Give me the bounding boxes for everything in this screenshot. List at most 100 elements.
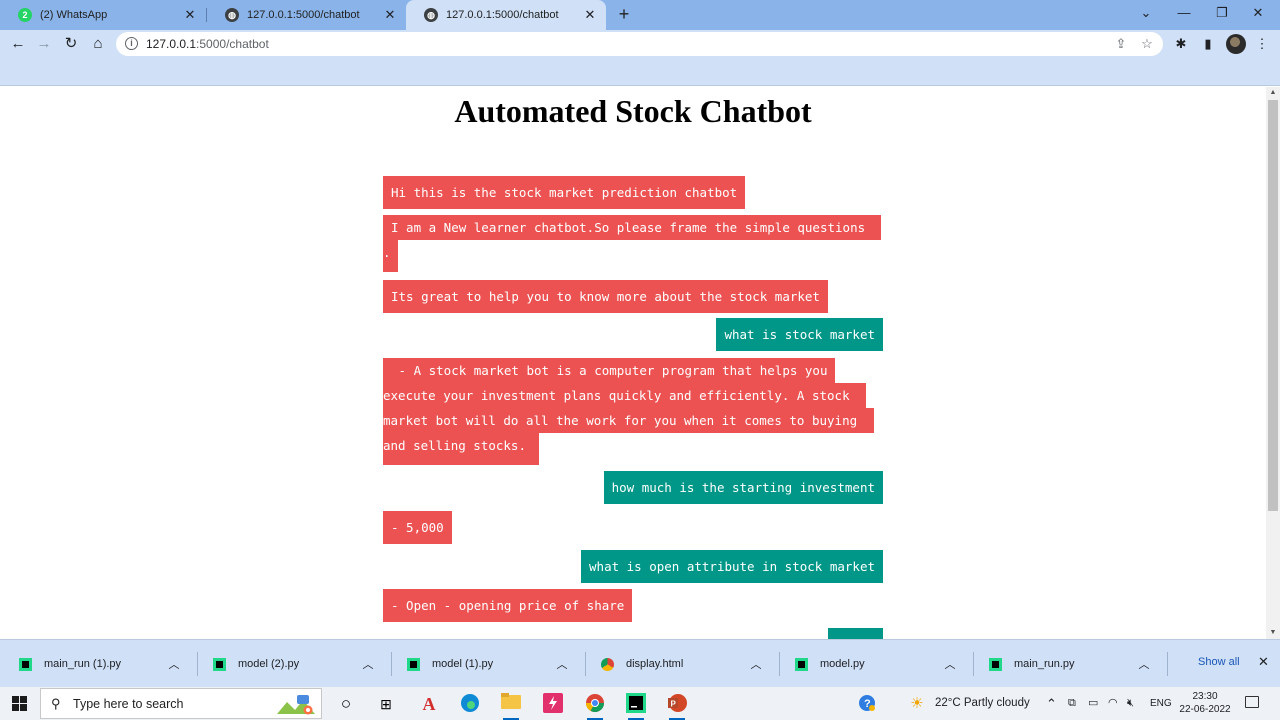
close-tab-icon[interactable]: ✕	[382, 7, 398, 23]
tab-chatbot-2[interactable]: ◍ 127.0.0.1:5000/chatbot ✕	[406, 0, 606, 30]
reload-icon[interactable]: ↻	[61, 34, 81, 54]
scroll-down-icon[interactable]: ▼	[1266, 627, 1280, 639]
powerpoint-icon[interactable]: P	[666, 693, 688, 720]
download-filename: model.py	[820, 658, 865, 670]
cortana-icon[interactable]: ○	[335, 693, 357, 715]
tab-chatbot-1[interactable]: ◍ 127.0.0.1:5000/chatbot ✕	[207, 0, 406, 30]
tab-title: (2) WhatsApp	[40, 9, 108, 21]
chevron-up-icon[interactable]: ︿	[749, 656, 763, 672]
forward-arrow-icon[interactable]: →	[34, 34, 54, 54]
extensions-puzzle-icon[interactable]: ✱	[1171, 34, 1191, 54]
bot-message: - Open - opening price of share	[383, 589, 633, 622]
user-message: how much is the starting investment	[603, 471, 883, 504]
chevron-up-icon[interactable]: ︿	[361, 656, 375, 672]
page-scrollbar[interactable]: ▲ ▼	[1266, 87, 1280, 639]
bot-message: Its great to help you to know more about…	[383, 280, 828, 313]
close-tab-icon[interactable]: ✕	[582, 7, 598, 23]
download-item[interactable]: model.py ︿	[779, 640, 973, 688]
browser-toolbar: ← → ↻ ⌂ i 127.0.0.1:5000/chatbot ⇪ ☆ ✱ ▮…	[0, 30, 1280, 58]
download-filename: main_run (1).py	[44, 658, 122, 670]
bot-message-line: I am a New learner chatbot.So please fra…	[383, 215, 881, 240]
download-filename: model (2).py	[238, 658, 300, 670]
site-info-icon[interactable]: i	[125, 37, 138, 50]
bot-message-line: .	[383, 240, 398, 272]
chevron-up-icon[interactable]: ︿	[167, 656, 181, 672]
page-content: Automated Stock Chatbot Hi this is the s…	[0, 87, 1266, 639]
clock[interactable]: 23:30 22-06-2022	[1175, 690, 1235, 716]
side-panel-icon[interactable]: ▮	[1198, 34, 1218, 54]
download-item[interactable]: display.html ︿	[585, 640, 779, 688]
pycharm-file-icon	[407, 657, 420, 671]
windows-start-icon[interactable]	[12, 696, 27, 711]
network-icon[interactable]: ⧉	[1068, 687, 1076, 720]
download-item[interactable]: main_run.py ︿	[973, 640, 1167, 688]
volume-muted-icon[interactable]: 🔇︎	[1127, 687, 1134, 720]
bot-message-line: and selling stocks.	[383, 433, 539, 465]
home-icon[interactable]: ⌂	[88, 34, 108, 54]
weather-icon[interactable]: ☀	[906, 693, 928, 715]
taskbar-search-box[interactable]: ⚲ Type here to search	[40, 688, 322, 719]
globe-icon: ◍	[225, 8, 239, 22]
chevron-up-icon[interactable]: ︿	[555, 656, 569, 672]
acrobat-icon[interactable]: A	[418, 693, 440, 715]
bot-message-line: execute your investment plans quickly an…	[383, 383, 866, 408]
edge-icon[interactable]	[459, 693, 481, 715]
pycharm-file-icon	[795, 657, 808, 671]
close-tab-icon[interactable]: ✕	[182, 7, 198, 23]
bot-message-line: market bot will do all the work for you …	[383, 408, 874, 433]
profile-avatar[interactable]	[1226, 34, 1246, 54]
download-filename: display.html	[626, 658, 684, 670]
chrome-icon[interactable]	[584, 693, 606, 720]
download-item[interactable]: model (2).py ︿	[197, 640, 391, 688]
bot-message-line: - A stock market bot is a computer progr…	[383, 358, 835, 383]
weather-text[interactable]: 22°C Partly cloudy	[935, 687, 1030, 720]
svg-text:P: P	[671, 700, 677, 709]
clock-time: 23:30	[1192, 691, 1218, 702]
close-shelf-icon[interactable]: ✕	[1258, 654, 1269, 670]
pycharm-icon[interactable]	[625, 693, 647, 720]
close-window-button[interactable]: ✕	[1240, 0, 1276, 28]
url-path: :5000/chatbot	[196, 37, 269, 51]
search-icon: ⚲	[51, 696, 61, 711]
user-message: what is stock market	[716, 318, 883, 351]
tab-title: 127.0.0.1:5000/chatbot	[247, 9, 360, 21]
share-icon[interactable]: ⇪	[1112, 35, 1130, 53]
user-message: what is open attribute in stock market	[581, 550, 883, 583]
download-filename: main_run.py	[1014, 658, 1075, 670]
back-arrow-icon[interactable]: ←	[8, 34, 28, 54]
search-highlight-art-icon	[277, 695, 315, 715]
wifi-icon[interactable]: ◠	[1108, 687, 1118, 720]
tray-chevron-up-icon[interactable]: ⌃	[1046, 687, 1057, 720]
help-icon[interactable]: ?	[856, 693, 878, 715]
chevron-up-icon[interactable]: ︿	[943, 656, 957, 672]
notification-icon[interactable]	[1245, 696, 1259, 708]
scrollbar-thumb[interactable]	[1268, 100, 1278, 511]
power-automate-icon[interactable]	[542, 693, 564, 715]
bookmark-star-icon[interactable]: ☆	[1138, 35, 1156, 53]
new-tab-button[interactable]: +	[614, 4, 634, 24]
tab-whatsapp[interactable]: 2 (2) WhatsApp ✕	[0, 0, 206, 30]
show-all-link[interactable]: Show all	[1198, 656, 1240, 668]
globe-icon: ◍	[424, 8, 438, 22]
tab-strip: 2 (2) WhatsApp ✕ ◍ 127.0.0.1:5000/chatbo…	[0, 0, 1280, 30]
scroll-up-icon[interactable]: ▲	[1266, 87, 1280, 99]
download-shelf: main_run (1).py ︿ model (2).py ︿ model (…	[0, 639, 1280, 687]
url-text[interactable]: 127.0.0.1:5000/chatbot	[146, 37, 269, 51]
task-view-icon[interactable]: ⊞	[375, 693, 397, 715]
minimize-button[interactable]: —	[1166, 0, 1202, 28]
more-menu-icon[interactable]: ⋮	[1252, 34, 1272, 54]
tab-title: 127.0.0.1:5000/chatbot	[446, 9, 559, 21]
battery-icon[interactable]: ▭	[1088, 687, 1098, 720]
bookmark-bar	[0, 58, 1280, 86]
language-indicator[interactable]: ENG	[1150, 687, 1172, 720]
download-item[interactable]: main_run (1).py ︿	[3, 640, 197, 688]
file-explorer-icon[interactable]	[500, 693, 522, 720]
chevron-up-icon[interactable]: ︿	[1137, 656, 1151, 672]
pycharm-file-icon	[989, 657, 1002, 671]
url-host: 127.0.0.1	[146, 37, 197, 51]
download-filename: model (1).py	[432, 658, 494, 670]
download-item[interactable]: model (1).py ︿	[391, 640, 585, 688]
tab-search-chevron-icon[interactable]: ⌄	[1128, 0, 1164, 28]
restore-button[interactable]: ❐	[1204, 0, 1240, 28]
address-bar[interactable]: i 127.0.0.1:5000/chatbot ⇪ ☆	[116, 32, 1163, 56]
